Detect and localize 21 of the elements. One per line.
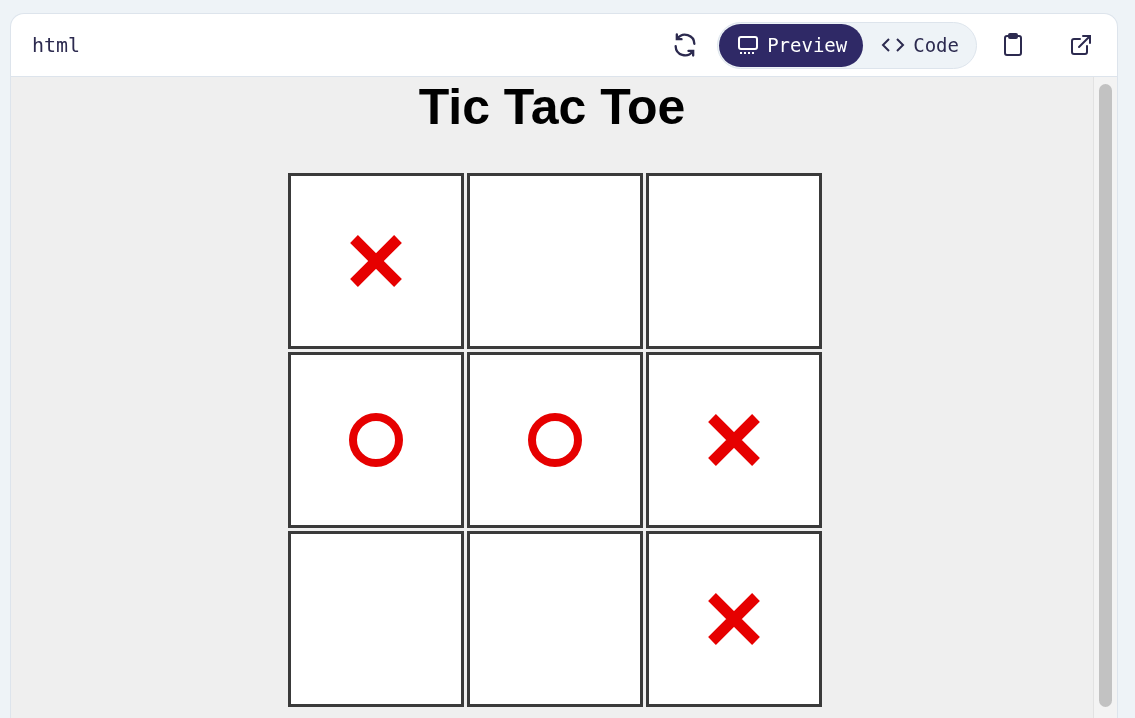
circle-icon xyxy=(527,412,583,468)
board-cell[interactable] xyxy=(646,352,822,528)
board-cell[interactable] xyxy=(288,352,464,528)
code-icon xyxy=(881,36,906,54)
board-cell[interactable] xyxy=(646,173,822,349)
view-tab[interactable]: Preview xyxy=(719,23,864,67)
cross-icon xyxy=(706,591,762,647)
board-cell[interactable] xyxy=(288,173,464,349)
circle-icon xyxy=(348,412,404,468)
board-cell[interactable] xyxy=(288,531,464,707)
monitor-icon xyxy=(737,35,760,55)
cross-icon xyxy=(348,233,404,289)
scrollbar[interactable] xyxy=(1093,77,1117,718)
page-title: Tic Tac Toe xyxy=(418,81,686,133)
language-label: html xyxy=(32,33,81,57)
view-tab[interactable]: Code xyxy=(863,23,975,67)
board-cell[interactable] xyxy=(467,173,643,349)
cross-icon xyxy=(706,412,762,468)
board-cell[interactable] xyxy=(467,352,643,528)
board-cell[interactable] xyxy=(467,531,643,707)
board-cell[interactable] xyxy=(646,531,822,707)
